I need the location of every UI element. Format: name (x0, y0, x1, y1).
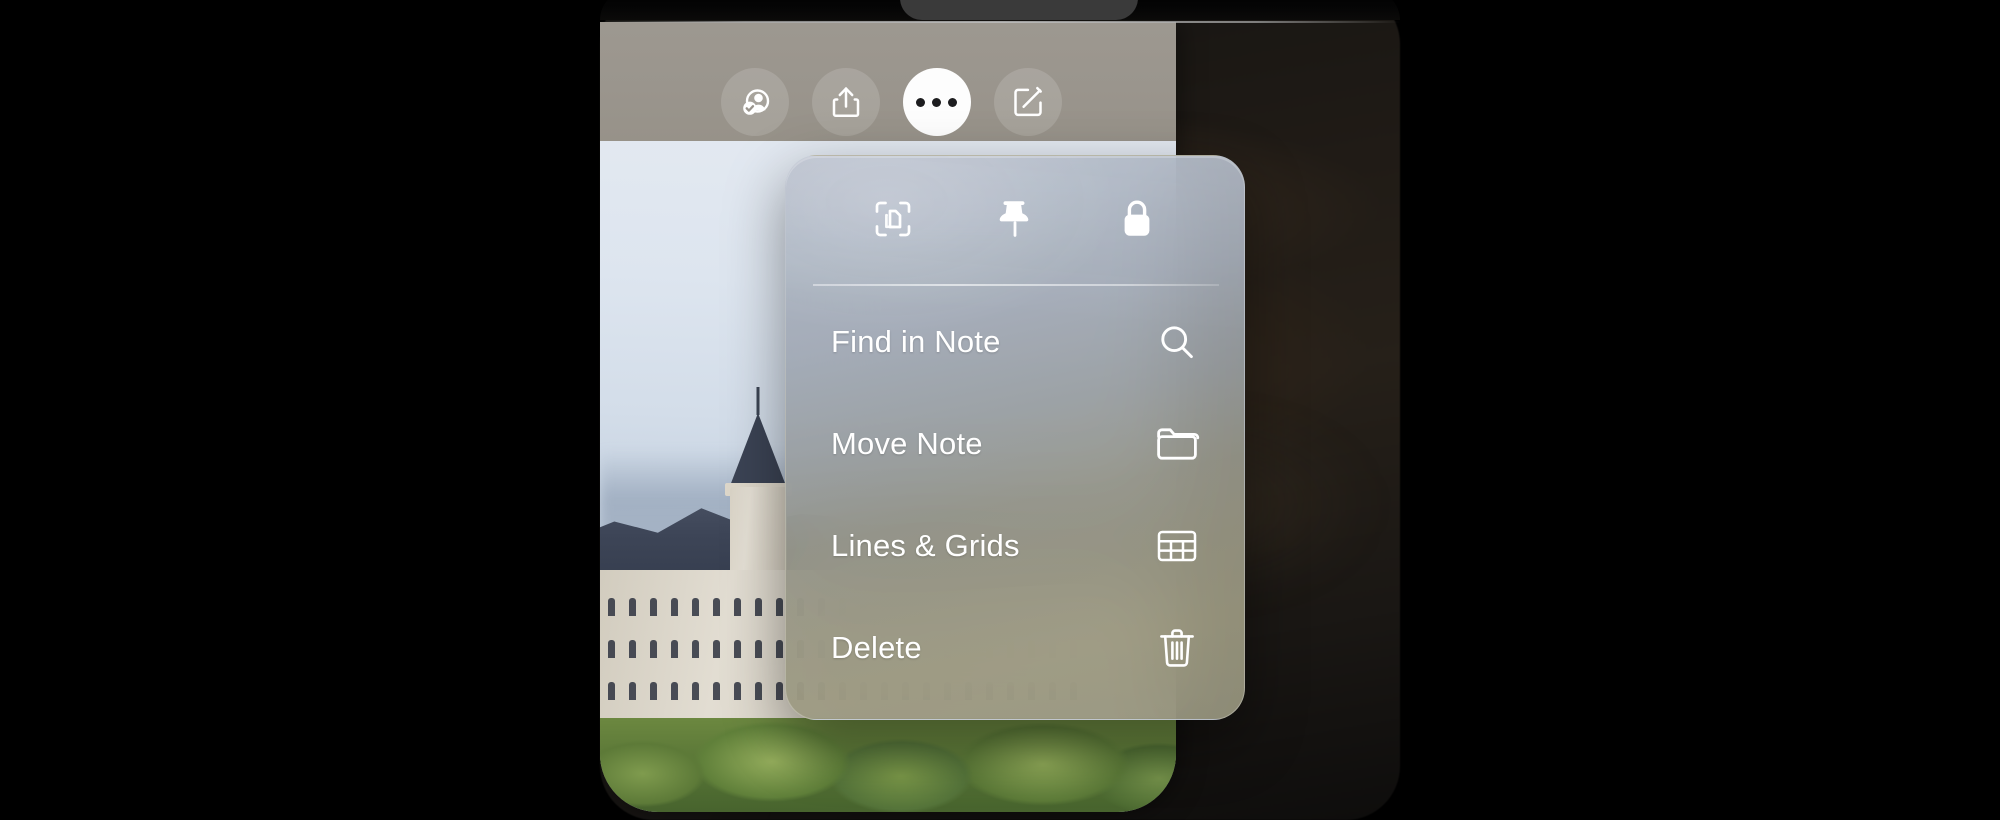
menu-item-delete[interactable]: Delete (786, 597, 1244, 699)
more-options-button[interactable] (902, 68, 971, 136)
pin-icon (996, 198, 1034, 243)
grid-table-icon (1155, 524, 1199, 568)
menu-quick-actions-row (786, 156, 1244, 284)
menu-item-label: Find in Note (831, 324, 1001, 359)
dynamic-island (900, 0, 1138, 20)
menu-item-label: Lines & Grids (831, 528, 1020, 563)
share-up-arrow-icon (830, 85, 862, 119)
lock-note-button[interactable] (1107, 190, 1167, 250)
more-options-context-menu: Find in Note Move Note Lines & Grids Del… (785, 155, 1245, 720)
share-button[interactable] (811, 68, 880, 136)
menu-item-list: Find in Note Move Note Lines & Grids Del… (786, 291, 1244, 719)
compose-square-pencil-icon (1011, 85, 1045, 119)
person-badge-check-icon (738, 85, 772, 119)
menu-item-find-in-note[interactable]: Find in Note (786, 291, 1244, 393)
trash-icon (1155, 626, 1199, 670)
menu-item-lines-and-grids[interactable]: Lines & Grids (786, 495, 1244, 597)
compose-button[interactable] (993, 68, 1062, 136)
toolbar-button-group (600, 68, 1176, 136)
folder-icon (1155, 422, 1200, 466)
scan-document-button[interactable] (863, 190, 923, 250)
lock-closed-icon (1119, 198, 1155, 243)
menu-item-label: Move Note (831, 426, 983, 461)
pin-note-button[interactable] (985, 190, 1045, 250)
bezel-hairline (600, 21, 1400, 23)
menu-divider (813, 284, 1219, 286)
menu-item-label: Delete (831, 630, 922, 665)
collaborate-button[interactable] (720, 68, 789, 136)
screen-stage: Find in Note Move Note Lines & Grids Del… (0, 0, 2000, 820)
scan-document-icon (873, 199, 913, 242)
photo-forest (600, 718, 1176, 812)
notes-toolbar (600, 22, 1176, 141)
magnifying-glass-icon (1155, 320, 1199, 364)
ellipsis-icon (916, 97, 957, 107)
menu-item-move-note[interactable]: Move Note (786, 393, 1244, 495)
